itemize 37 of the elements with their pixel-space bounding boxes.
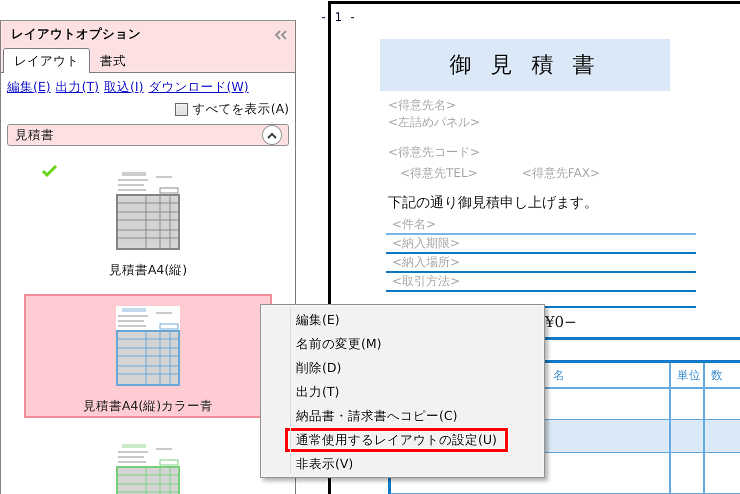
placeholder-text: <得意先TEL> [400, 164, 478, 182]
placeholder-text: <左詰めパネル> [388, 114, 482, 131]
table-cell [671, 453, 705, 494]
collapse-icon[interactable] [275, 30, 287, 40]
placeholder-text: <取引方法> [392, 272, 460, 290]
menu-item[interactable]: 出力(T) [285, 380, 350, 404]
greeting-text: 下記の通り御見積申し上げます。 [388, 194, 599, 212]
table-cell [671, 389, 705, 420]
menu-item[interactable]: 編集(E) [285, 308, 351, 332]
placeholder-text: <得意先FAX> [522, 164, 600, 182]
menu-item[interactable]: 通常使用するレイアウトの設定(U) [285, 428, 508, 452]
menu-item[interactable]: 名前の変更(M) [285, 332, 393, 356]
toolbar-link[interactable]: 取込(I) [104, 79, 144, 96]
placeholder-text: <得意先コード> [388, 144, 482, 161]
menu-item[interactable]: 削除(D) [285, 356, 352, 380]
toolbar-link[interactable]: ダウンロード(W) [148, 79, 249, 96]
group-header[interactable]: 見積書 [7, 124, 289, 146]
menu-item[interactable]: 非表示(V) [285, 452, 364, 476]
menu-item[interactable]: 納品書・請求書へコピー(C) [285, 404, 468, 428]
placeholder-text: <件名> [392, 216, 436, 233]
placeholder-text: <納入期限> [392, 234, 460, 252]
table-cell [671, 420, 705, 453]
show-all-checkbox[interactable]: すべてを表示(A) [174, 96, 295, 118]
toolbar-link[interactable]: 編集(E) [7, 79, 51, 96]
layout-item[interactable]: 見積書A4(縦) [24, 158, 272, 282]
tab[interactable]: 書式 [90, 50, 136, 72]
placeholder-text: <納入場所> [392, 254, 460, 271]
panel-title: レイアウトオプション [11, 26, 141, 43]
tab[interactable]: レイアウト [3, 48, 90, 73]
page-number: - 1 - [320, 10, 356, 24]
amount-text: ¥0− [545, 312, 578, 331]
chevron-icon [267, 132, 277, 138]
layout-item[interactable]: 見積書A4(縦)カラー青 [24, 294, 272, 418]
document-title-banner: 御 見 積 書 [380, 39, 670, 91]
collapse-button[interactable] [262, 125, 282, 145]
toolbar-link[interactable]: 出力(T) [56, 79, 100, 96]
placeholder-text: <得意先名> [388, 96, 458, 114]
